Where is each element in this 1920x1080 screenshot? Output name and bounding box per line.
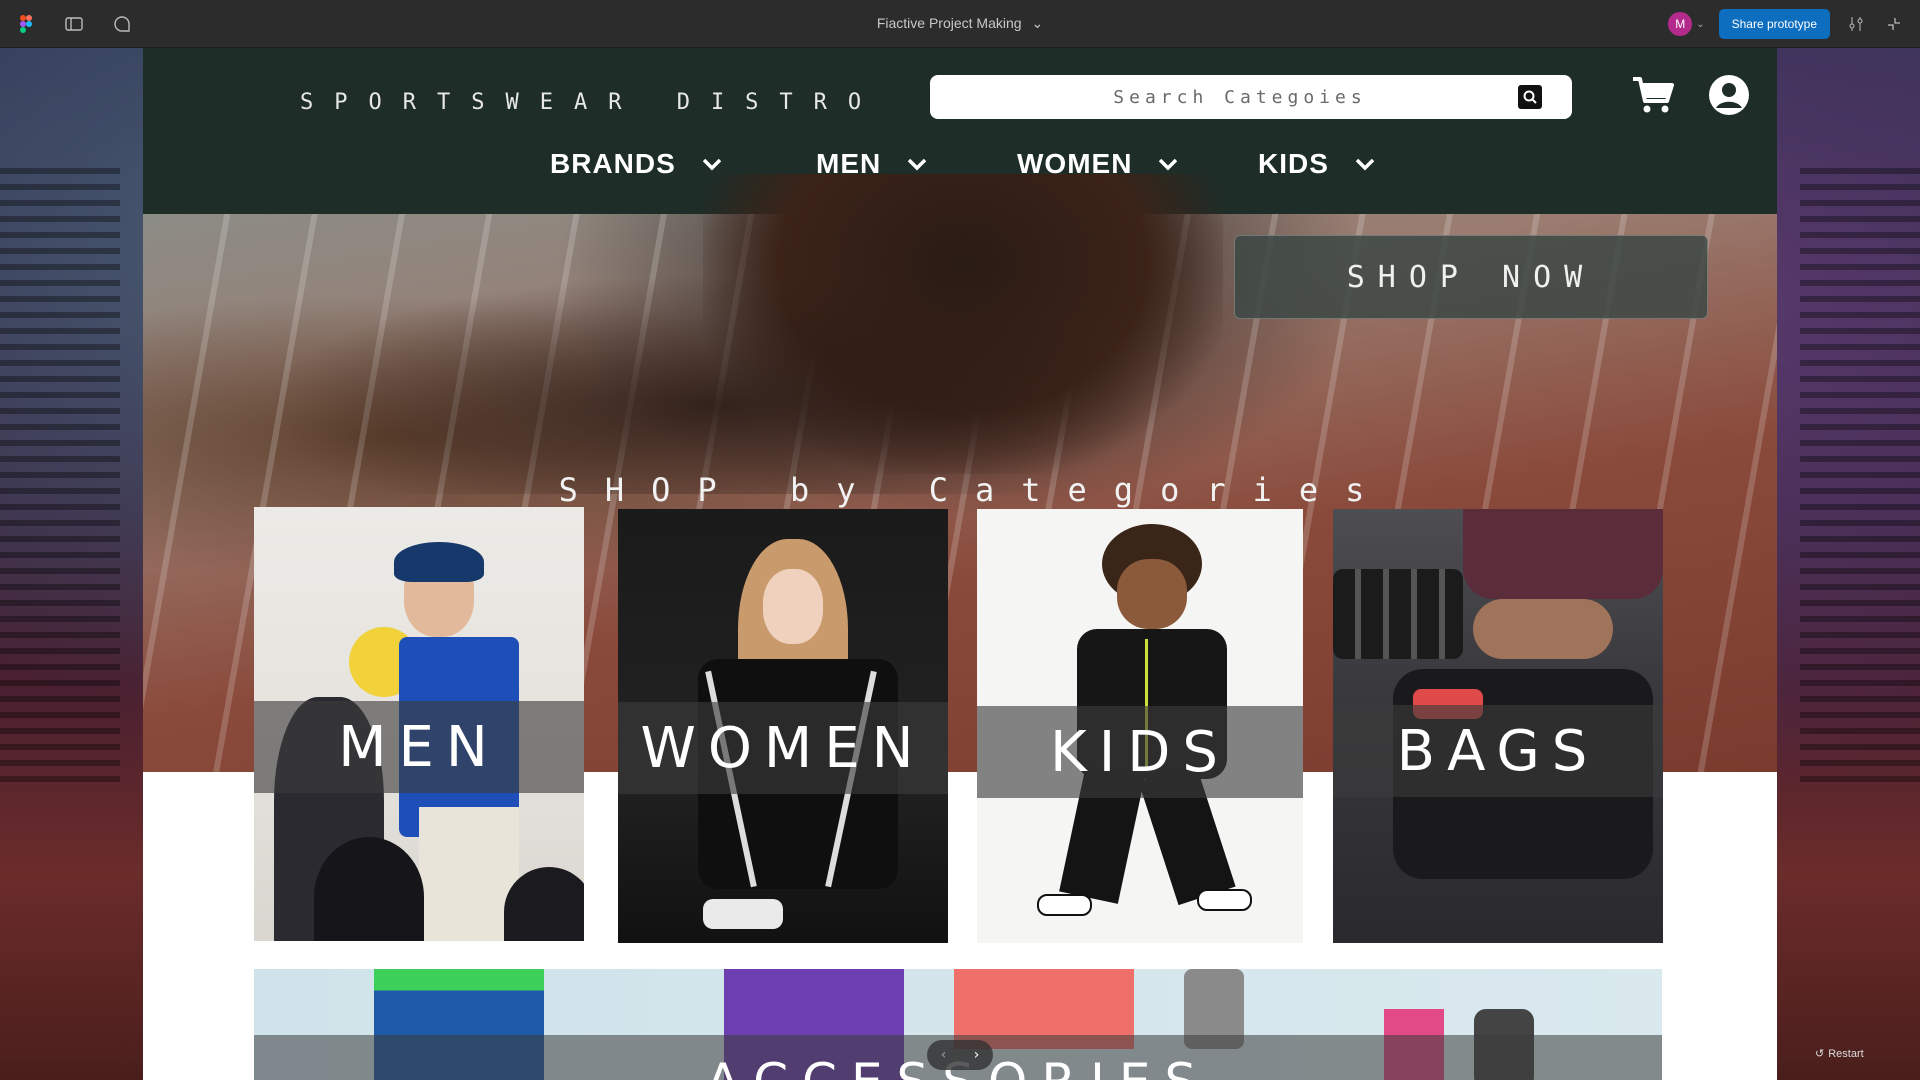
category-label: BAGS bbox=[1396, 718, 1600, 784]
settings-sliders-icon[interactable] bbox=[1844, 12, 1868, 36]
stadium-lights-right bbox=[1800, 168, 1920, 788]
account-icon[interactable] bbox=[1706, 72, 1752, 118]
chevron-down-icon bbox=[907, 158, 927, 171]
user-menu[interactable]: M ⌄ bbox=[1668, 12, 1705, 36]
chevron-right-icon[interactable]: › bbox=[974, 1047, 980, 1063]
category-label-band: WOMEN bbox=[618, 702, 948, 794]
category-label-band: KIDS bbox=[977, 706, 1303, 798]
search-bar bbox=[930, 75, 1572, 119]
category-label: WOMEN bbox=[640, 715, 926, 781]
search-icon[interactable] bbox=[1518, 85, 1542, 109]
cart-icon[interactable] bbox=[1630, 72, 1676, 118]
figma-toolbar: Fiactive Project Making ⌄ M ⌄ Share prot… bbox=[0, 0, 1920, 48]
menu-item-label: BRANDS bbox=[550, 148, 676, 179]
category-label-band: BAGS bbox=[1333, 705, 1663, 797]
athlete-leg-image bbox=[263, 274, 1163, 494]
menu-item-brands[interactable]: BRANDS bbox=[550, 148, 724, 180]
category-card-men[interactable]: MEN bbox=[254, 507, 584, 941]
shop-now-button[interactable]: SHOP NOW bbox=[1234, 235, 1708, 319]
collapse-icon[interactable] bbox=[1882, 12, 1906, 36]
restart-label: Restart bbox=[1828, 1047, 1864, 1060]
chevron-down-icon: ⌄ bbox=[1031, 15, 1044, 31]
chevron-down-icon bbox=[1159, 158, 1178, 171]
avatar: M bbox=[1668, 12, 1693, 36]
file-title[interactable]: Fiactive Project Making ⌄ bbox=[0, 15, 1920, 32]
figma-toolbar-right: M ⌄ Share prototype bbox=[1668, 9, 1906, 39]
category-card-bags[interactable]: BAGS bbox=[1333, 509, 1663, 943]
category-card-kids[interactable]: KIDS bbox=[977, 509, 1303, 943]
menu-item-kids[interactable]: KIDS bbox=[1258, 148, 1377, 180]
site-brand-logo[interactable]: SPORTSWEAR DISTRO bbox=[300, 90, 882, 115]
category-label: MEN bbox=[338, 714, 500, 780]
website-frame: SPORTSWEAR DISTRO BRANDS ME bbox=[143, 48, 1777, 1080]
category-card-women[interactable]: WOMEN bbox=[618, 509, 948, 943]
category-label-band: MEN bbox=[254, 701, 584, 793]
share-prototype-button[interactable]: Share prototype bbox=[1718, 9, 1830, 39]
section-title: SHOP by Categories bbox=[558, 471, 1392, 509]
restart-icon: ↺ bbox=[1815, 1048, 1825, 1060]
restart-button[interactable]: ↺ Restart bbox=[1815, 1047, 1864, 1061]
category-label: KIDS bbox=[1050, 719, 1230, 785]
header-icon-group bbox=[1630, 72, 1777, 118]
chevron-down-icon bbox=[702, 158, 722, 171]
stadium-lights-left bbox=[0, 168, 120, 788]
chevron-down-icon: ⌄ bbox=[1696, 18, 1705, 30]
chevron-down-icon bbox=[1355, 158, 1375, 171]
search-input[interactable] bbox=[930, 75, 1510, 119]
menu-item-label: KIDS bbox=[1258, 148, 1329, 179]
prototype-navigation: ‹ › bbox=[927, 1040, 993, 1070]
chevron-left-icon[interactable]: ‹ bbox=[941, 1047, 947, 1063]
file-title-text: Fiactive Project Making bbox=[876, 15, 1022, 31]
